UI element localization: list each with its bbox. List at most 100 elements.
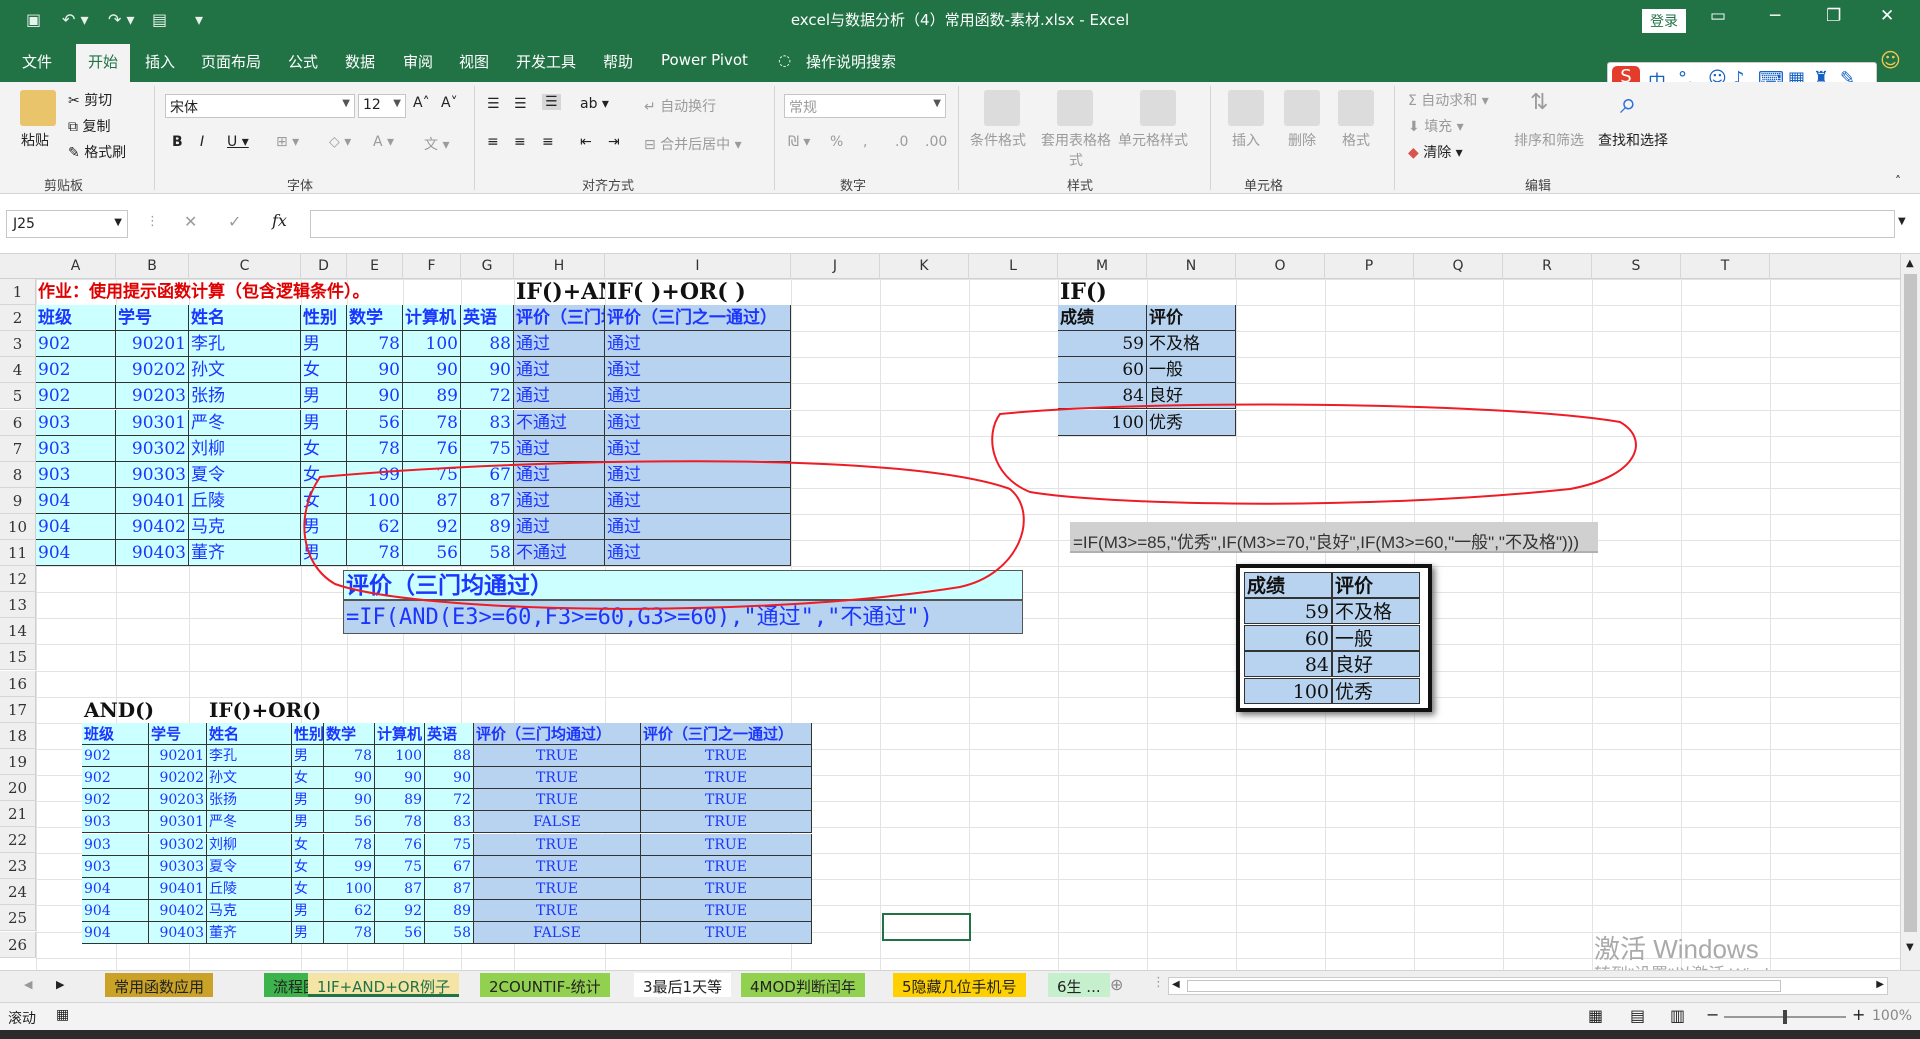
zoom-in-icon[interactable]: + [1852,1005,1865,1024]
align-middle-icon[interactable]: ☰ [514,96,527,112]
sheet-tab[interactable]: 5隐藏几位手机号 [893,973,1026,997]
format-painter-button[interactable]: ✎ 格式刷 [68,142,126,162]
sheet-tab[interactable]: 3最后1天等 [634,973,732,997]
cancel-icon[interactable]: ✕ [184,212,197,231]
paste-button[interactable]: 粘贴 [21,130,49,150]
italic-button[interactable]: I [200,134,204,150]
login-button[interactable]: 登录 [1642,9,1686,33]
align-center-icon[interactable]: ≡ [514,134,526,150]
worksheet-grid[interactable]: ABCDEFGHIJKLMNOPQRST 1 2 3 4 5 6 7 8 9 10 11 12 13 14… [0,254,1900,970]
conditional-format-button[interactable]: 条件格式 [970,130,1026,150]
prev-sheet-icon[interactable]: ◀ [24,978,32,991]
search-icon[interactable]: ⌕ [1620,86,1637,121]
font-color-icon[interactable]: A ▾ [373,134,394,150]
shrink-font-icon[interactable]: A˅ [441,95,458,111]
orientation-icon[interactable]: ab ▾ [580,96,609,112]
sheet-tab[interactable]: 6生 ... [1048,973,1110,997]
format-cells-icon[interactable] [1338,90,1374,126]
ribbon-display-icon[interactable]: ▭ [1710,6,1726,26]
scroll-down-icon[interactable]: ▼ [1906,942,1914,953]
add-sheet-icon[interactable]: ⊕ [1110,975,1123,994]
find-select-button[interactable]: 查找和选择 [1598,130,1668,150]
scroll-thumb[interactable] [1904,274,1917,932]
font-name-select[interactable]: 宋体 ▼ [165,94,355,118]
insert-function-icon[interactable]: fx [272,211,287,230]
normal-view-icon[interactable]: ▦ [1588,1006,1603,1025]
scroll-up-icon[interactable]: ▲ [1906,258,1914,269]
zoom-level[interactable]: 100% [1872,1008,1912,1024]
sort-filter-button[interactable]: 排序和筛选 [1514,130,1584,150]
cell-styles-icon[interactable] [1140,90,1176,126]
formula-input[interactable] [310,210,1895,238]
hscroll-thumb[interactable] [1187,980,1781,992]
tab-review[interactable]: 审阅 [403,51,433,72]
delete-cells-icon[interactable] [1284,90,1320,126]
bold-button[interactable]: B [172,134,183,150]
decrease-decimal-icon[interactable]: .00 [925,134,947,150]
wrap-text-button[interactable]: ↵ 自动换行 [644,96,716,116]
comma-icon[interactable]: , [863,134,867,150]
percent-icon[interactable]: % [830,134,843,150]
tab-view[interactable]: 视图 [459,51,489,72]
grow-font-icon[interactable]: A˄ [413,95,430,111]
currency-icon[interactable]: ₪ ▾ [788,134,810,150]
restore-icon[interactable]: ❐ [1826,6,1841,26]
page-break-view-icon[interactable]: ▥ [1670,1006,1685,1025]
underline-button[interactable]: U ▾ [227,134,249,150]
number-format-select[interactable]: 常规 ▼ [784,94,946,118]
zoom-slider-thumb[interactable] [1783,1010,1787,1024]
sheet-tab[interactable]: 2COUNTIF-统计 [480,973,610,997]
decrease-indent-icon[interactable]: ⇤ [580,134,592,150]
tab-data[interactable]: 数据 [345,51,375,72]
tab-home[interactable]: 开始 [76,44,131,82]
fill-button[interactable]: ⬇ 填充 ▾ [1408,116,1464,136]
tab-power-pivot[interactable]: Power Pivot [661,51,748,69]
tab-insert[interactable]: 插入 [145,51,175,72]
align-bottom-icon[interactable]: ☰ [542,94,561,110]
align-top-icon[interactable]: ☰ [487,96,500,112]
format-table-icon[interactable] [1057,90,1093,126]
increase-decimal-icon[interactable]: .0 [895,134,908,150]
phonetic-icon[interactable]: 文 ▾ [424,134,449,154]
copy-button[interactable]: ⧉ 复制 [68,116,110,136]
expand-formula-icon[interactable]: ▼ [1898,216,1906,227]
enter-icon[interactable]: ✓ [228,212,241,231]
close-icon[interactable]: ✕ [1880,6,1894,26]
insert-cells-icon[interactable] [1228,90,1264,126]
cut-button[interactable]: ✂ 剪切 [68,90,112,110]
insert-cells-button[interactable]: 插入 [1232,130,1260,150]
tab-page-layout[interactable]: 页面布局 [201,51,261,72]
selected-cell-j25[interactable] [882,913,971,941]
tab-developer[interactable]: 开发工具 [516,51,576,72]
vertical-scrollbar[interactable]: ▲ ▼ [1900,254,1920,970]
delete-cells-button[interactable]: 删除 [1288,130,1316,150]
align-left-icon[interactable]: ≡ [487,134,499,150]
sheet-tab[interactable]: 4MOD判断闰年 [741,973,865,997]
increase-indent-icon[interactable]: ⇥ [608,134,620,150]
align-right-icon[interactable]: ≡ [542,134,554,150]
smiley-icon[interactable]: ☺ [1880,48,1901,72]
tab-help[interactable]: 帮助 [603,51,633,72]
tell-me-search[interactable]: 操作说明搜索 [806,51,896,72]
merge-center-button[interactable]: ⊟ 合并后居中 ▾ [644,134,742,154]
name-box[interactable]: J25 ▼ [6,210,128,238]
collapse-ribbon-icon[interactable]: ˄ [1895,174,1901,188]
scroll-left-icon[interactable]: ◀ [1172,979,1180,990]
macro-record-icon[interactable]: ▦ [56,1007,69,1023]
format-cells-button[interactable]: 格式 [1342,130,1370,150]
conditional-format-icon[interactable] [984,90,1020,126]
sheet-tab[interactable]: 1IF+AND+OR例子 [308,973,459,997]
paste-icon[interactable] [20,90,56,126]
cell-styles-button[interactable]: 单元格样式 [1118,130,1188,150]
format-as-table-button[interactable]: 套用表格格式 [1040,130,1112,170]
page-layout-view-icon[interactable]: ▤ [1630,1006,1645,1025]
horizontal-scrollbar[interactable]: ◀ ▶ [1168,977,1888,995]
border-icon[interactable]: ⊞ ▾ [276,134,299,150]
tab-formulas[interactable]: 公式 [288,51,318,72]
sheet-tab[interactable]: 常用函数应用 [105,973,214,997]
font-size-select[interactable]: 12 ▼ [358,94,406,118]
tab-file[interactable]: 文件 [22,51,52,72]
zoom-out-icon[interactable]: − [1706,1005,1719,1024]
next-sheet-icon[interactable]: ▶ [56,978,64,991]
fill-color-icon[interactable]: ◇ ▾ [329,134,351,150]
